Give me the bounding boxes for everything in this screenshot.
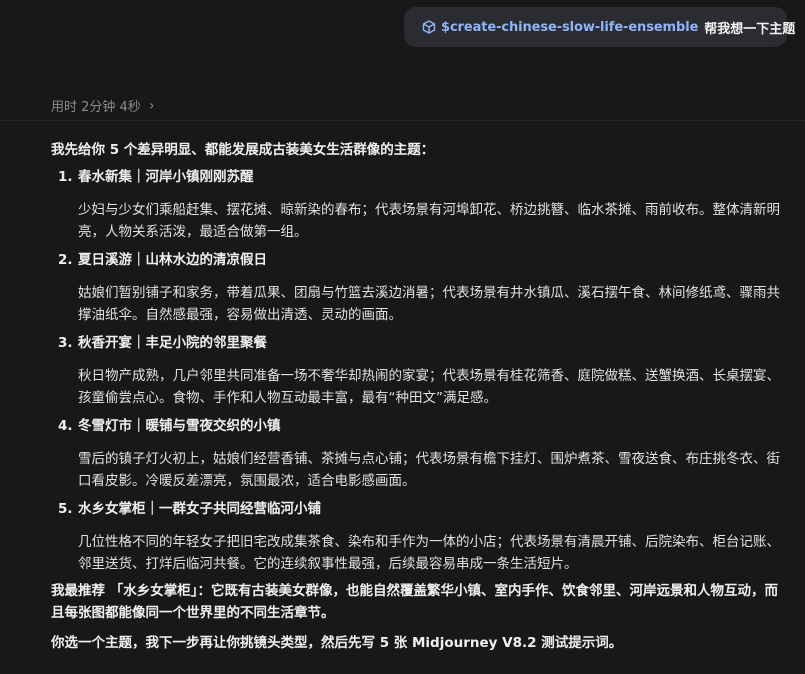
theme-number: 2. <box>58 252 73 268</box>
theme-description: 少妇与少女们乘船赶集、摆花摊、晾新染的春布；代表场景有河埠卸花、桥边挑簪、临水茶… <box>78 202 780 240</box>
assistant-response: 我先给你 5 个差异明显、都能发展成古装美女生活群像的主题： 1. 春水新集｜河… <box>51 140 786 654</box>
elapsed-time-toggle[interactable]: 用时 2分钟 4秒 › <box>51 96 155 116</box>
theme-title: 秋香开宴｜丰足小院的邻里聚餐 <box>78 335 267 351</box>
theme-description: 雪后的镇子灯火初上，姑娘们经营香铺、茶摊与点心铺；代表场景有檐下挂灯、围炉煮茶、… <box>78 451 780 489</box>
theme-item: 2. 夏日溪游｜山林水边的清凉假日 姑娘们暂别铺子和家务，带着瓜果、团扇与竹篮去… <box>51 250 786 326</box>
chevron-right-icon: › <box>148 97 155 114</box>
user-message-text: 帮我想一下主题 <box>704 21 796 37</box>
theme-item: 5. 水乡女掌柜｜一群女子共同经营临河小铺 几位性格不同的年轻女子把旧宅改成集茶… <box>51 499 786 575</box>
theme-title: 夏日溪游｜山林水边的清凉假日 <box>78 252 267 268</box>
command-name: $create-chinese-slow-life-ensemble <box>441 19 699 35</box>
theme-description: 秋日物产成熟，几户邻里共同准备一场不奢华却热闹的家宴；代表场景有桂花筛香、庭院做… <box>78 368 780 406</box>
next-step-text: 你选一个主题，我下一步再让你挑镜头类型，然后先写 5 张 Midjourney … <box>51 635 623 651</box>
elapsed-time-label: 用时 2分钟 4秒 <box>51 100 141 115</box>
recommendation-text: 我最推荐 「水乡女掌柜」：它既有古装美女群像，也能自然覆盖繁华小镇、室内手作、饮… <box>51 583 778 621</box>
theme-item: 3. 秋香开宴｜丰足小院的邻里聚餐 秋日物产成熟，几户邻里共同准备一场不奢华却热… <box>51 333 786 409</box>
user-message-bubble: $create-chinese-slow-life-ensemble 帮我想一下… <box>404 7 795 47</box>
theme-item: 4. 冬雪灯市｜暖铺与雪夜交织的小镇 雪后的镇子灯火初上，姑娘们经营香铺、茶摊与… <box>51 416 786 492</box>
response-intro: 我先给你 5 个差异明显、都能发展成古装美女生活群像的主题： <box>51 142 435 158</box>
cube-icon <box>422 20 436 34</box>
theme-number: 4. <box>58 418 73 434</box>
theme-title: 水乡女掌柜｜一群女子共同经营临河小铺 <box>78 501 321 517</box>
theme-number: 3. <box>58 335 73 351</box>
theme-description: 姑娘们暂别铺子和家务，带着瓜果、团扇与竹篮去溪边消暑；代表场景有井水镇瓜、溪石摆… <box>78 285 780 323</box>
theme-number: 1. <box>58 169 73 185</box>
theme-item: 1. 春水新集｜河岸小镇刚刚苏醒 少妇与少女们乘船赶集、摆花摊、晾新染的春布；代… <box>51 167 786 243</box>
theme-list: 1. 春水新集｜河岸小镇刚刚苏醒 少妇与少女们乘船赶集、摆花摊、晾新染的春布；代… <box>51 167 786 575</box>
divider <box>0 120 805 121</box>
theme-title: 冬雪灯市｜暖铺与雪夜交织的小镇 <box>78 418 281 434</box>
theme-number: 5. <box>58 501 73 517</box>
theme-title: 春水新集｜河岸小镇刚刚苏醒 <box>78 169 254 185</box>
theme-description: 几位性格不同的年轻女子把旧宅改成集茶食、染布和手作为一体的小店；代表场景有清晨开… <box>78 534 780 572</box>
